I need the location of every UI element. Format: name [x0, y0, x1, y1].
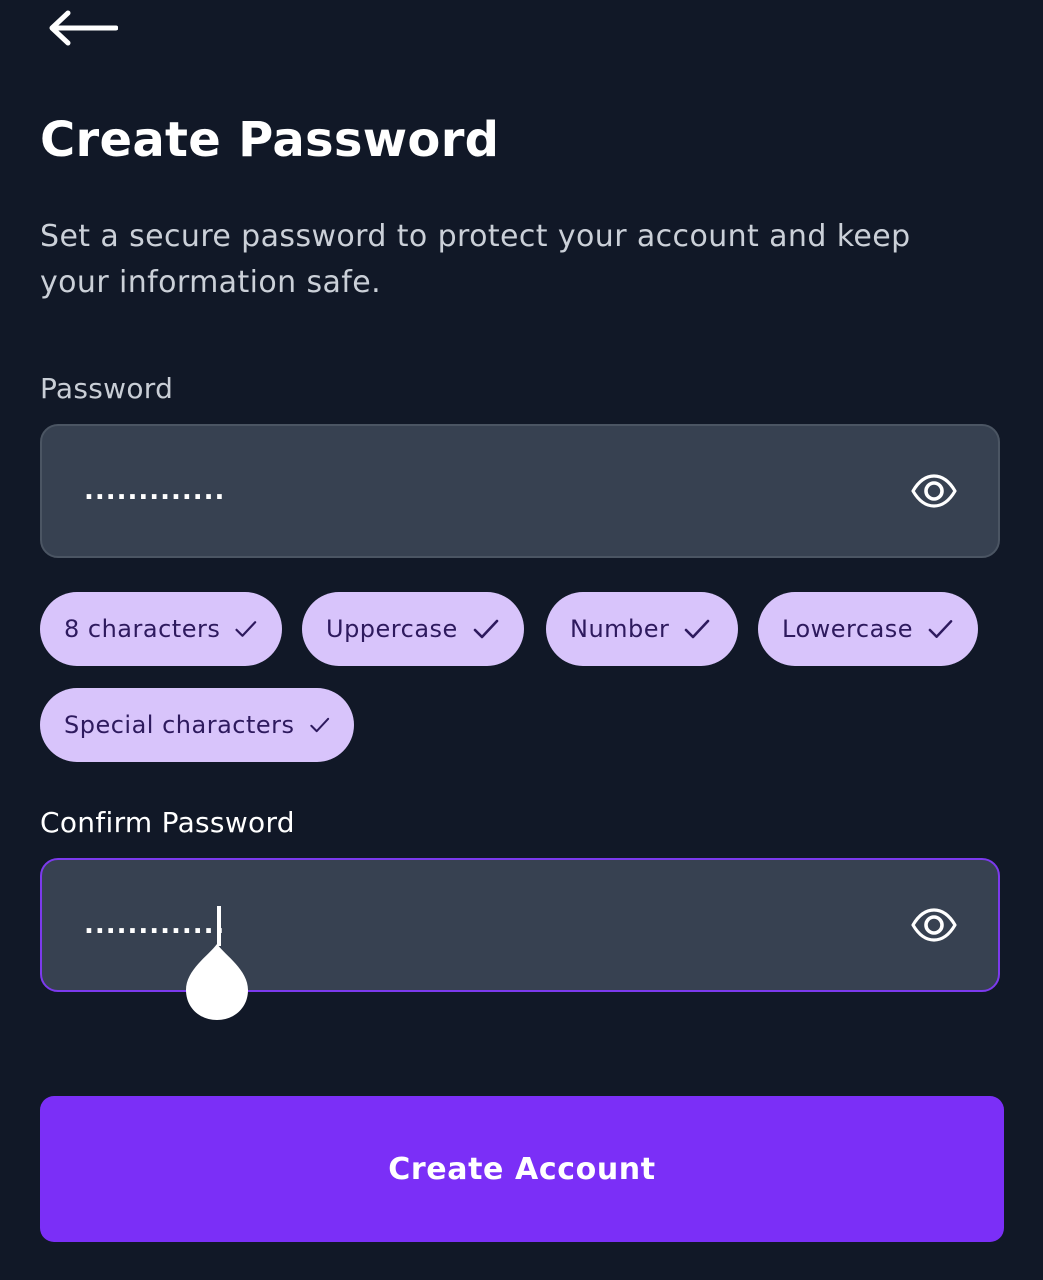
requirement-chip-8-characters: 8 characters: [40, 592, 282, 666]
confirm-password-value: .............: [84, 910, 226, 940]
password-input[interactable]: .............: [40, 424, 1000, 558]
eye-icon[interactable]: [910, 907, 958, 943]
requirement-chip-special-characters: Special characters: [40, 688, 354, 762]
password-label: Password: [40, 372, 174, 405]
back-button[interactable]: [44, 6, 124, 50]
check-icon: [928, 620, 953, 638]
page-subtitle: Set a secure password to protect your ac…: [40, 219, 911, 300]
arrow-left-icon: [49, 10, 118, 46]
text-cursor: [217, 906, 221, 946]
page-title: Create Password: [40, 112, 500, 168]
requirement-label: Lowercase: [782, 615, 914, 643]
cursor-handle-icon[interactable]: [184, 942, 250, 1022]
check-icon: [473, 619, 499, 639]
requirement-label: 8 characters: [64, 615, 221, 643]
check-icon: [309, 717, 329, 733]
create-account-button[interactable]: Create Account: [40, 1096, 1004, 1242]
eye-icon[interactable]: [910, 473, 958, 509]
requirement-label: Uppercase: [326, 615, 458, 643]
check-icon: [685, 619, 710, 639]
confirm-password-label: Confirm Password: [40, 806, 295, 839]
requirement-label: Number: [570, 615, 670, 643]
password-value: .............: [84, 476, 226, 506]
check-icon: [235, 621, 257, 637]
requirement-chip-lowercase: Lowercase: [758, 592, 978, 666]
requirement-label: Special characters: [64, 711, 295, 739]
requirement-chip-number: Number: [546, 592, 738, 666]
requirement-chip-uppercase: Uppercase: [302, 592, 524, 666]
